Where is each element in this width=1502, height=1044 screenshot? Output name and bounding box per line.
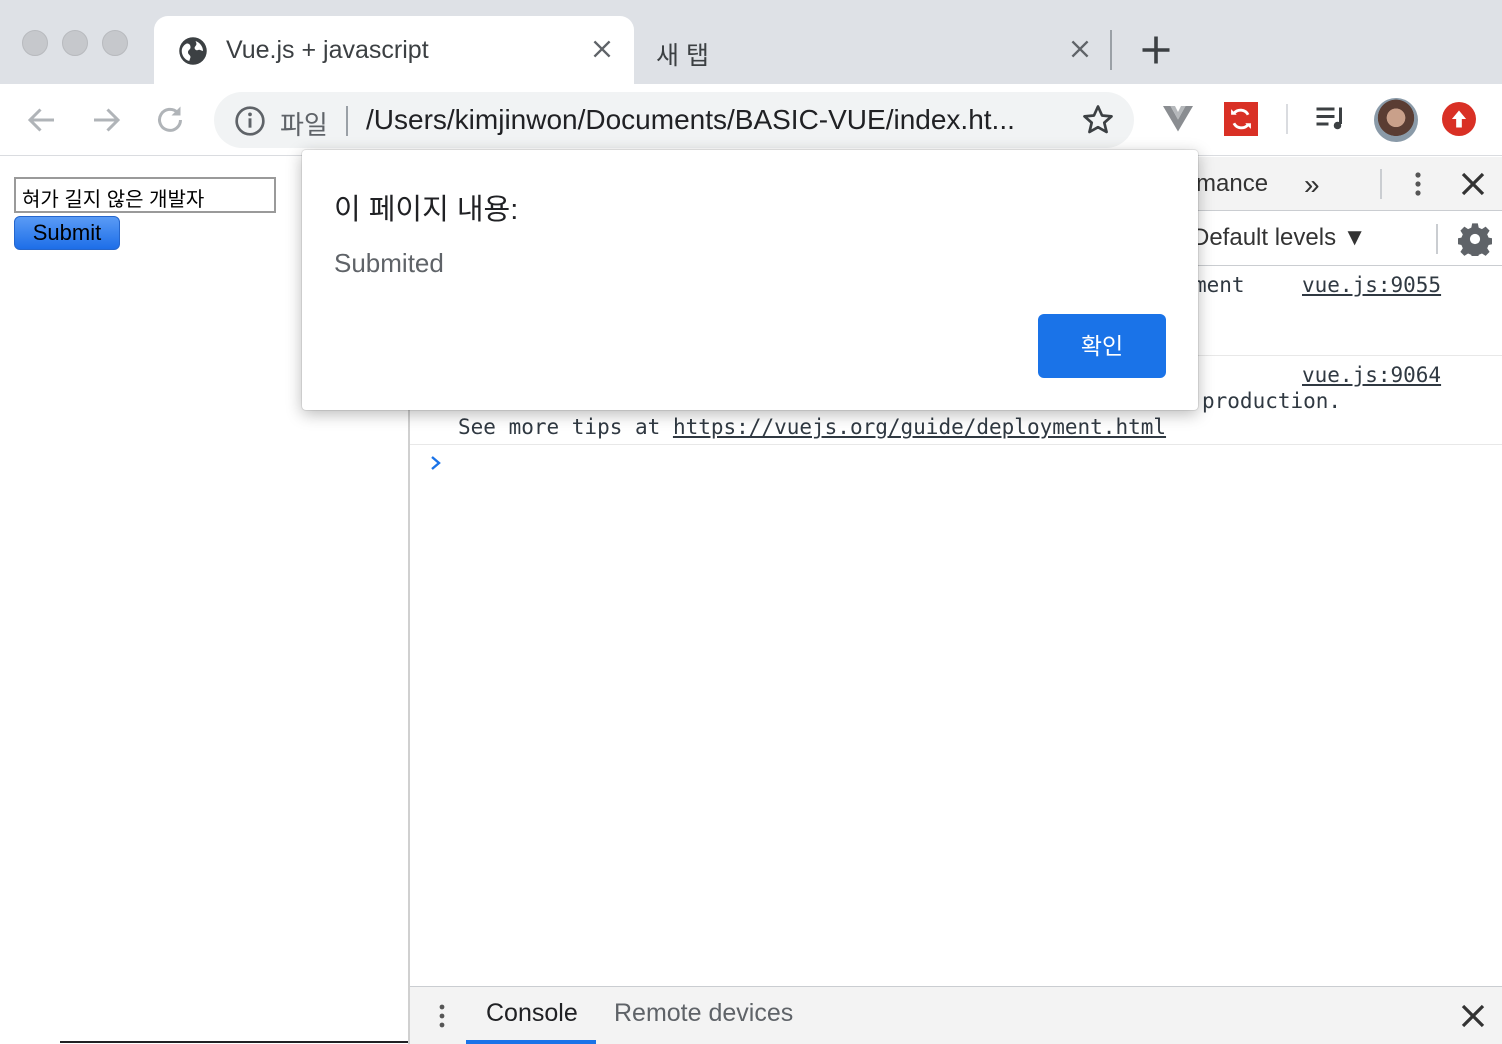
deployment-link[interactable]: https://vuejs.org/guide/deployment.html bbox=[673, 415, 1166, 439]
log-text: See more tips at bbox=[458, 415, 673, 439]
tab-vue-javascript[interactable]: Vue.js + javascript bbox=[154, 16, 634, 84]
settings-gear-icon[interactable] bbox=[1458, 222, 1492, 256]
zoom-window-button[interactable] bbox=[102, 30, 128, 56]
devtools-drawer: Console Remote devices bbox=[410, 986, 1502, 1044]
globe-icon bbox=[179, 37, 207, 65]
bookmark-star-icon[interactable] bbox=[1080, 102, 1116, 138]
devtools-separator bbox=[1380, 169, 1382, 199]
tab-performance[interactable]: mance bbox=[1196, 170, 1268, 198]
more-tabs-button[interactable]: » bbox=[1304, 169, 1320, 201]
dialog-message: Submited bbox=[334, 248, 444, 278]
tab-console[interactable]: Console bbox=[486, 999, 578, 1028]
log-levels-dropdown[interactable]: Default levels ▼ bbox=[1192, 224, 1367, 252]
devtools-menu-icon[interactable] bbox=[1406, 169, 1430, 199]
back-icon[interactable] bbox=[24, 102, 60, 138]
profile-avatar[interactable] bbox=[1374, 98, 1418, 142]
console-prompt-icon[interactable] bbox=[428, 453, 444, 473]
tab-title: 새 탭 bbox=[656, 42, 709, 70]
minimize-window-button[interactable] bbox=[62, 30, 88, 56]
toolbar-separator bbox=[1286, 104, 1288, 134]
log-message-continuation: See more tips at https://vuejs.org/guide… bbox=[458, 415, 1166, 439]
ok-button[interactable]: 확인 bbox=[1038, 314, 1166, 378]
tab-strip: Vue.js + javascript 새 탭 bbox=[0, 0, 1502, 84]
log-separator bbox=[410, 444, 1502, 445]
browser-toolbar: 파일 /Users/kimjinwon/Documents/BASIC-VUE/… bbox=[0, 84, 1502, 156]
omnibox-divider bbox=[346, 106, 348, 136]
tab-separator bbox=[1110, 30, 1112, 70]
text-input[interactable]: 혀가 길지 않은 개발자 bbox=[14, 177, 276, 213]
alert-dialog: 이 페이지 내용: Submited 확인 bbox=[302, 150, 1198, 410]
log-message: production. bbox=[1202, 389, 1342, 413]
new-tab-icon[interactable] bbox=[1138, 32, 1174, 68]
url-scheme-label: 파일 bbox=[280, 110, 328, 140]
log-message: ment bbox=[1194, 273, 1245, 297]
close-tab-icon[interactable] bbox=[1067, 36, 1093, 62]
close-window-button[interactable] bbox=[22, 30, 48, 56]
tab-remote-devices[interactable]: Remote devices bbox=[614, 999, 793, 1028]
viewport-bottom-border bbox=[60, 1041, 408, 1043]
filter-separator bbox=[1436, 224, 1438, 254]
close-tab-icon[interactable] bbox=[589, 36, 615, 62]
sync-extension-icon[interactable] bbox=[1224, 102, 1258, 136]
update-icon[interactable] bbox=[1442, 102, 1476, 136]
drawer-menu-icon[interactable] bbox=[432, 1001, 452, 1031]
close-devtools-icon[interactable] bbox=[1458, 169, 1488, 199]
tab-new-tab[interactable]: 새 탭 bbox=[634, 16, 1104, 84]
tab-title: Vue.js + javascript bbox=[226, 36, 429, 64]
forward-icon[interactable] bbox=[88, 102, 124, 138]
submit-button[interactable]: Submit bbox=[14, 216, 120, 250]
close-drawer-icon[interactable] bbox=[1458, 1001, 1488, 1031]
media-queue-icon[interactable] bbox=[1312, 100, 1348, 136]
reload-icon[interactable] bbox=[152, 102, 188, 138]
log-source-link[interactable]: vue.js:9064 bbox=[1302, 363, 1441, 387]
dialog-title: 이 페이지 내용: bbox=[334, 194, 519, 226]
address-bar[interactable]: 파일 /Users/kimjinwon/Documents/BASIC-VUE/… bbox=[214, 92, 1134, 148]
vue-devtools-icon[interactable] bbox=[1160, 100, 1196, 136]
log-source-link[interactable]: vue.js:9055 bbox=[1302, 273, 1441, 297]
url-text[interactable]: /Users/kimjinwon/Documents/BASIC-VUE/ind… bbox=[366, 104, 1015, 136]
active-tab-indicator bbox=[466, 1040, 596, 1044]
info-icon[interactable] bbox=[234, 105, 266, 137]
